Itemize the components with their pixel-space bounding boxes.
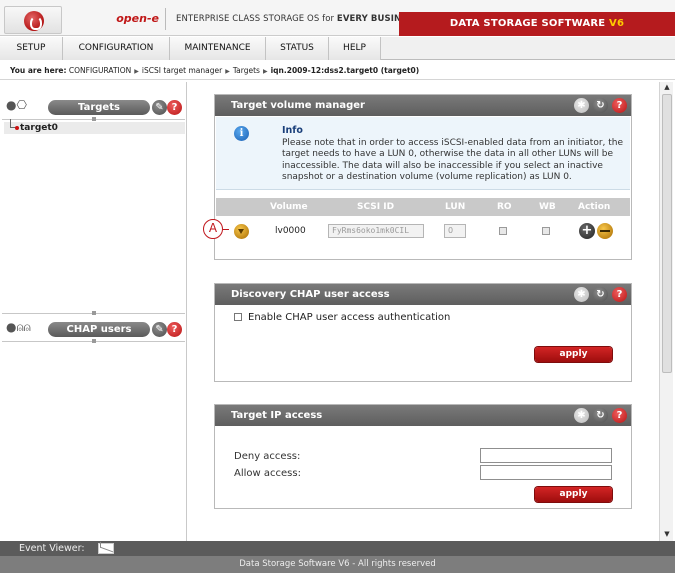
refresh-icon[interactable]: ↻ (593, 287, 608, 302)
volume-name: lv0000 (275, 226, 306, 236)
gear-icon[interactable]: ✱ (574, 98, 589, 113)
checkbox-box[interactable] (234, 313, 242, 321)
mail-icon[interactable] (98, 543, 114, 554)
scroll-up-icon[interactable]: ▲ (662, 82, 672, 92)
target-dot-icon (15, 126, 19, 130)
chevron-right-icon: ▶ (134, 68, 139, 75)
callout-marker: A (203, 219, 223, 239)
chap-users-title: CHAP users (48, 322, 150, 337)
volume-table-header: Volume SCSI ID LUN RO WB Action (216, 198, 630, 216)
help-icon[interactable]: ? (167, 322, 182, 337)
lun-field: 0 (444, 224, 466, 238)
event-viewer-label: Event Viewer: (19, 543, 85, 554)
copyright-bar: Data Storage Software V6 - All rights re… (0, 556, 675, 573)
product-version: V6 (609, 18, 625, 29)
scroll-thumb[interactable] (662, 94, 672, 373)
target-network-icon: ●⎔ (6, 98, 27, 112)
info-text: Please note that in order to access iSCS… (282, 138, 624, 183)
allow-access-label: Allow access: (234, 468, 301, 479)
wrench-icon[interactable]: ✎ (152, 100, 167, 115)
wb-checkbox (542, 227, 550, 235)
target-volume-manager-panel: Target volume manager ✱ ↻ ? i Info Pleas… (214, 94, 632, 260)
main-menu: SETUP CONFIGURATION MAINTENANCE STATUS H… (0, 37, 675, 60)
left-pane: ●⎔ Targets ✎ ? target0 ●⍝⍝ CHAP users ✎ … (0, 82, 187, 541)
product-name: DATA STORAGE SOFTWARE (449, 18, 609, 29)
scroll-down-icon[interactable]: ▼ (662, 529, 672, 539)
breadcrumb-item[interactable]: Targets (233, 66, 260, 75)
remove-icon[interactable] (597, 223, 613, 239)
apply-button[interactable]: apply (535, 487, 612, 502)
chevron-right-icon: ▶ (262, 68, 268, 75)
help-icon[interactable]: ? (612, 408, 627, 423)
column-header: RO (497, 202, 512, 212)
column-header: Action (578, 202, 611, 212)
info-icon: i (234, 126, 249, 141)
tagline: ENTERPRISE CLASS STORAGE OS for EVERY BU… (176, 8, 419, 30)
column-header: Volume (270, 202, 308, 212)
event-viewer-bar: Event Viewer: (0, 541, 675, 556)
help-icon[interactable]: ? (612, 98, 627, 113)
scsi-id-field: FyRms6oko1mk0CIL (328, 224, 424, 238)
add-icon[interactable]: + (579, 223, 595, 239)
deny-access-label: Deny access: (234, 451, 301, 462)
breadcrumb-current: iqn.2009-12:dss2.target0 (target0) (270, 66, 420, 75)
ro-checkbox (499, 227, 507, 235)
target-ip-access-panel: Target IP access ✱ ↻ ? Deny access: Allo… (214, 404, 632, 509)
panel-buttons: ✱ ↻ ? (574, 408, 628, 423)
menu-configuration[interactable]: CONFIGURATION (63, 37, 170, 60)
tagline-prefix: ENTERPRISE CLASS STORAGE OS for (176, 14, 337, 24)
targets-title: Targets (48, 100, 150, 115)
callout-pointer (223, 229, 229, 230)
panel-title: Target volume manager ✱ ↻ ? (215, 95, 631, 116)
table-row: lv0000 FyRms6oko1mk0CIL 0 + (216, 221, 630, 241)
deny-access-input[interactable] (480, 448, 612, 463)
product-banner: DATA STORAGE SOFTWARE V6 (399, 12, 675, 36)
menu-maintenance[interactable]: MAINTENANCE (170, 37, 266, 60)
checkbox-label: Enable CHAP user access authentication (248, 312, 451, 323)
open-e-logo[interactable] (4, 6, 62, 34)
top-header: open-e ENTERPRISE CLASS STORAGE OS for E… (0, 0, 675, 36)
main-content: Target volume manager ✱ ↻ ? i Info Pleas… (188, 82, 658, 541)
tree-item-label: target0 (20, 123, 58, 133)
panel-title-text: Discovery CHAP user access (231, 289, 390, 300)
enable-chap-checkbox[interactable]: Enable CHAP user access authentication (234, 312, 450, 323)
panel-title-text: Target IP access (231, 410, 323, 421)
chevron-right-icon: ▶ (225, 68, 230, 75)
brand-name: open-e (66, 8, 166, 30)
gear-icon[interactable]: ✱ (574, 287, 589, 302)
menu-status[interactable]: STATUS (266, 37, 329, 60)
tree-item-target0[interactable]: target0 (4, 119, 185, 134)
panel-title: Target IP access ✱ ↻ ? (215, 405, 631, 426)
allow-access-input[interactable] (480, 465, 612, 480)
help-icon[interactable]: ? (167, 100, 182, 115)
panel-buttons: ✱ ↻ ? (574, 287, 628, 302)
help-icon[interactable]: ? (612, 287, 627, 302)
column-header: LUN (445, 202, 466, 212)
breadcrumb-label: You are here: (10, 66, 67, 75)
wrench-icon[interactable]: ✎ (152, 322, 167, 337)
expand-arrow-icon[interactable] (234, 224, 249, 239)
column-header: SCSI ID (357, 202, 395, 212)
discovery-chap-panel: Discovery CHAP user access ✱ ↻ ? Enable … (214, 283, 632, 382)
chap-users-icon: ●⍝⍝ (6, 320, 31, 334)
panel-buttons: ✱ ↻ ? (574, 98, 628, 113)
main-scrollbar[interactable]: ▲ ▼ (659, 82, 673, 541)
breadcrumb: You are here: CONFIGURATION ▶ iSCSI target… (0, 61, 675, 80)
gear-icon[interactable]: ✱ (574, 408, 589, 423)
menu-help[interactable]: HELP (329, 37, 381, 60)
refresh-icon[interactable]: ↻ (593, 408, 608, 423)
info-title: Info (282, 125, 303, 136)
panel-title-text: Target volume manager (231, 100, 365, 111)
breadcrumb-item[interactable]: iSCSI target manager (142, 66, 222, 75)
pane-resize-handle[interactable] (2, 339, 185, 345)
logo-icon (24, 11, 44, 31)
breadcrumb-item[interactable]: CONFIGURATION (69, 66, 131, 75)
column-header: WB (539, 202, 556, 212)
apply-button[interactable]: apply (535, 347, 612, 362)
panel-title: Discovery CHAP user access ✱ ↻ ? (215, 284, 631, 305)
refresh-icon[interactable]: ↻ (593, 98, 608, 113)
info-box: i Info Please note that in order to acce… (216, 117, 630, 190)
menu-setup[interactable]: SETUP (0, 37, 63, 60)
